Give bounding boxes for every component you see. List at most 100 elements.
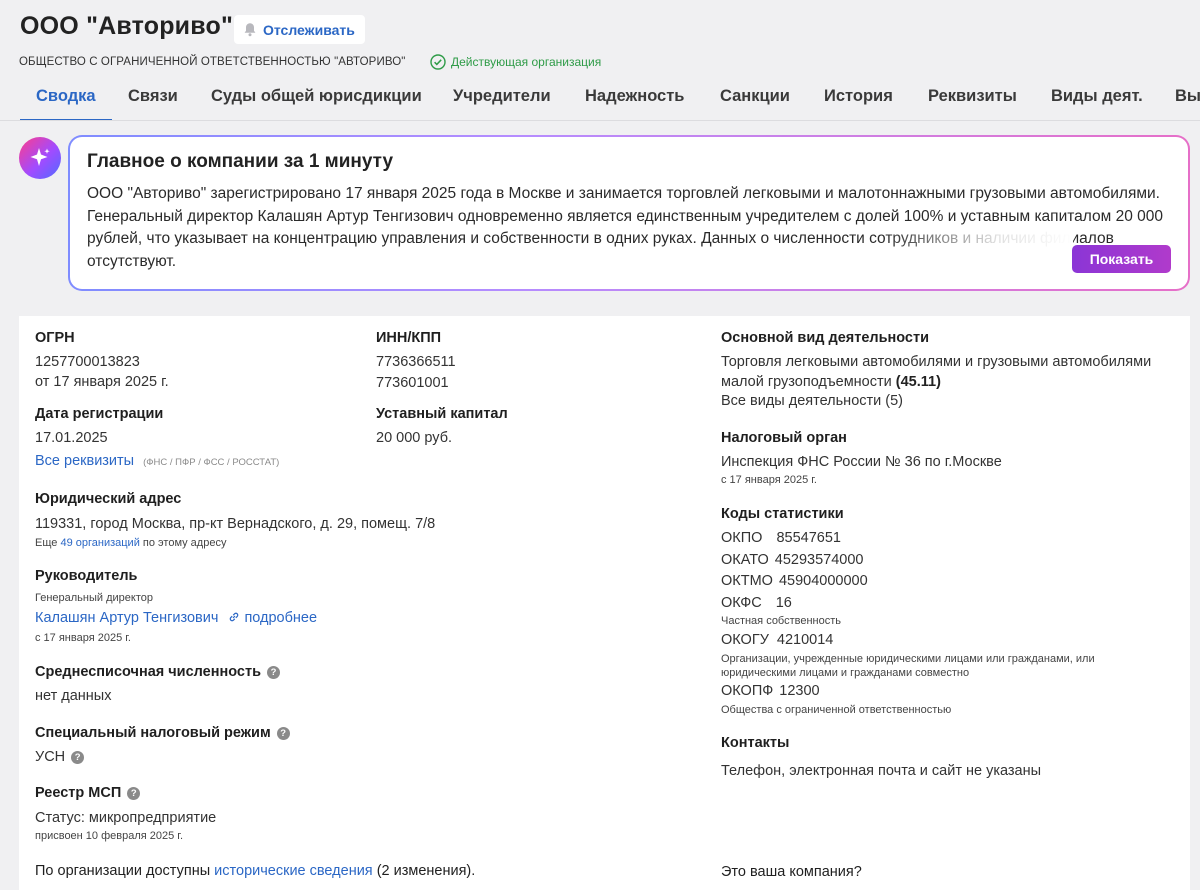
- company-full-name: ОБЩЕСТВО С ОГРАНИЧЕННОЙ ОТВЕТСТВЕННОСТЬЮ…: [19, 56, 406, 68]
- employees-value: нет данных: [35, 688, 112, 704]
- oktmo-value: 45904000000: [778, 573, 868, 589]
- ogrn-value: 1257700013823: [35, 354, 140, 370]
- okato-key: ОКАТО: [721, 552, 769, 568]
- tax-regime-value: УСН?: [35, 749, 85, 765]
- history-suffix: (2 изменения).: [376, 863, 476, 879]
- status-badge: Действующая организация: [430, 54, 601, 70]
- okfs-row: ОКФС 16: [721, 595, 792, 611]
- activity-line2: малой грузоподъемности (45.11): [721, 374, 941, 390]
- head-label: Руководитель: [35, 568, 138, 584]
- tax-office-since: с 17 января 2025 г.: [721, 474, 817, 486]
- follow-label: Отслеживать: [263, 21, 355, 38]
- kpp-value: 773601001: [376, 375, 449, 391]
- reg-date-value: 17.01.2025: [35, 430, 108, 446]
- activity-line1: Торговля легковыми автомобилями и грузов…: [721, 354, 1152, 370]
- tab-courts[interactable]: Суды общей юрисдикции: [211, 87, 422, 120]
- inn-label: ИНН/КПП: [376, 330, 442, 346]
- activity-code: (45.11): [895, 374, 941, 390]
- employees-label: Среднесписочная численность?: [35, 664, 280, 680]
- head-more-label: подробнее: [244, 610, 318, 626]
- employees-label-text: Среднесписочная численность: [35, 664, 261, 680]
- oktmo-key: ОКТМО: [721, 573, 773, 589]
- status-text: Действующая организация: [451, 55, 602, 69]
- ai-summary-title: Главное о компании за 1 минуту: [87, 151, 394, 172]
- address-also-prefix: Еще: [35, 537, 58, 549]
- okopf-value: 12300: [779, 683, 820, 699]
- all-activities-link[interactable]: Все виды деятельности (5): [721, 393, 903, 409]
- help-icon[interactable]: ?: [267, 666, 280, 679]
- head-name-link[interactable]: Калашян Артур Тенгизович: [35, 610, 218, 626]
- capital-value: 20 000 руб.: [376, 430, 453, 446]
- tab-summary[interactable]: Сводка: [20, 87, 112, 120]
- text-fade: [883, 227, 1073, 257]
- activity-label: Основной вид деятельности: [721, 330, 930, 346]
- show-button[interactable]: Показать: [1072, 245, 1171, 273]
- okfs-key: ОКФС: [721, 595, 762, 611]
- tax-regime-label: Специальный налоговый режим?: [35, 725, 290, 741]
- capital-label: Уставный капитал: [376, 406, 508, 422]
- ai-summary-card: Главное о компании за 1 минуту ООО "Авто…: [68, 135, 1190, 291]
- ogrn-date: от 17 января 2025 г.: [35, 374, 169, 390]
- okopf-note: Общества с ограниченной ответственностью: [721, 704, 952, 716]
- tab-bar: Сводка Связи Суды общей юрисдикции Учред…: [0, 80, 1200, 121]
- your-company-text: Это ваша компания?: [721, 864, 862, 880]
- tab-links[interactable]: Связи: [128, 87, 178, 120]
- help-icon[interactable]: ?: [276, 727, 290, 740]
- ogrn-label: ОГРН: [35, 330, 75, 346]
- okpo-key: ОКПО: [721, 530, 763, 546]
- okogu-note1: Организации, учрежденные юридическими ли…: [721, 653, 1095, 665]
- history-note: По организации доступны исторические све…: [35, 863, 475, 879]
- company-details-card: ОГРН 1257700013823 от 17 января 2025 г. …: [19, 316, 1190, 890]
- okogu-key: ОКОГУ: [721, 632, 769, 648]
- address-label: Юридический адрес: [35, 491, 182, 507]
- help-icon[interactable]: ?: [71, 751, 85, 764]
- head-more-link[interactable]: подробнее: [228, 610, 317, 626]
- address-value: 119331, город Москва, пр-кт Вернадского,…: [35, 516, 436, 532]
- okato-value: 45293574000: [774, 552, 864, 568]
- okfs-value: 16: [775, 595, 792, 611]
- contacts-value: Телефон, электронная почта и сайт не ука…: [721, 763, 1042, 779]
- stat-codes-label: Коды статистики: [721, 506, 844, 522]
- tab-requisites[interactable]: Реквизиты: [928, 87, 1017, 120]
- okfs-note: Частная собственность: [721, 615, 842, 627]
- reg-date-label: Дата регистрации: [35, 406, 164, 422]
- address-also-suffix: по этому адресу: [142, 537, 227, 549]
- tax-regime-text: УСН: [35, 749, 66, 765]
- okogu-note2: юридическими лицами и гражданами совмест…: [721, 667, 970, 679]
- tax-office-value: Инспекция ФНС России № 36 по г.Москве: [721, 454, 1002, 470]
- address-also: Еще 49 организаций по этому адресу: [35, 537, 226, 549]
- contacts-label: Контакты: [721, 735, 790, 751]
- bell-icon: [244, 23, 256, 37]
- inn-value: 7736366511: [376, 354, 456, 370]
- tab-history[interactable]: История: [824, 87, 893, 120]
- follow-button[interactable]: Отслеживать: [234, 15, 365, 44]
- address-orgs-link[interactable]: 49 организаций: [60, 537, 139, 549]
- tab-more[interactable]: Вы: [1175, 87, 1200, 120]
- tax-regime-label-text: Специальный налоговый режим: [35, 725, 271, 741]
- sparkle-icon: [19, 137, 61, 179]
- help-icon[interactable]: ?: [127, 787, 141, 800]
- tab-founders[interactable]: Учредители: [453, 87, 551, 120]
- okogu-row: ОКОГУ 4210014: [721, 632, 833, 648]
- okato-row: ОКАТО 45293574000: [721, 552, 863, 568]
- history-link[interactable]: исторические сведения: [214, 863, 372, 879]
- tab-activities[interactable]: Виды деят.: [1051, 87, 1143, 120]
- okpo-value: 85547651: [776, 530, 841, 546]
- okopf-key: ОКОПФ: [721, 683, 774, 699]
- all-requisites: Все реквизиты (ФНС / ПФР / ФСС / РОССТАТ…: [35, 453, 279, 469]
- msp-label: Реестр МСП?: [35, 785, 141, 801]
- history-prefix: По организации доступны: [35, 863, 211, 879]
- msp-assigned: присвоен 10 февраля 2025 г.: [35, 830, 184, 842]
- okogu-value: 4210014: [776, 632, 834, 648]
- page-title: ООО "Авториво": [20, 12, 234, 40]
- oktmo-row: ОКТМО 45904000000: [721, 573, 868, 589]
- head-role: Генеральный директор: [35, 592, 153, 604]
- tab-sanctions[interactable]: Санкции: [720, 87, 790, 120]
- msp-label-text: Реестр МСП: [35, 785, 122, 801]
- okpo-row: ОКПО 85547651: [721, 530, 841, 546]
- check-circle-icon: [430, 54, 446, 70]
- head-since: с 17 января 2025 г.: [35, 632, 131, 644]
- tab-reliability[interactable]: Надежность: [585, 87, 684, 120]
- all-requisites-link[interactable]: Все реквизиты: [35, 453, 134, 469]
- head-row: Калашян Артур Тенгизович подробнее: [35, 610, 317, 626]
